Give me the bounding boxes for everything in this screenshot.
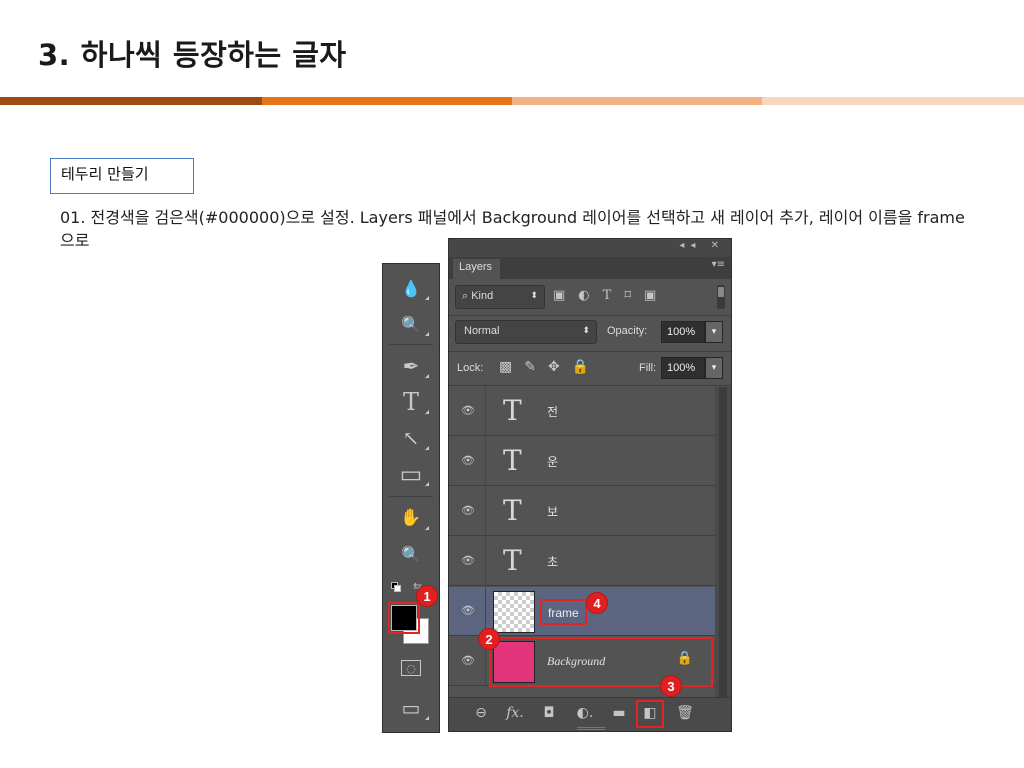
layer-name[interactable]: 보: [547, 503, 558, 520]
tool-separator: [389, 496, 433, 497]
layers-scrollbar[interactable]: [715, 387, 731, 697]
text-layer-icon: T: [503, 544, 522, 577]
tab-layers[interactable]: Layers: [453, 259, 501, 279]
panel-collapse-controls[interactable]: ◂◂ ✕: [679, 240, 725, 251]
link-layers-icon[interactable]: ⊖: [471, 704, 491, 722]
foreground-highlight: [388, 602, 420, 634]
filter-toggle[interactable]: [717, 285, 725, 309]
shape-filter-icon[interactable]: ⌑: [624, 288, 631, 303]
layer-row[interactable]: 👁 T 전: [449, 387, 715, 436]
pixel-filter-icon[interactable]: ▣: [553, 288, 565, 303]
path-selection-icon[interactable]: ↖: [383, 422, 439, 454]
layer-name[interactable]: 운: [547, 453, 558, 470]
blur-drop-icon[interactable]: 💧: [383, 272, 439, 304]
adjustment-layer-icon[interactable]: ◐.: [575, 704, 595, 722]
text-layer-icon: T: [503, 494, 522, 527]
panel-divider: [449, 315, 731, 316]
annotation-badge-4: 4: [586, 592, 608, 614]
title-stripe-light: [512, 97, 762, 105]
layers-panel: ◂◂ ✕ Layers ▾≡ ⌕ Kind ⬍ ▣ ◐ T ⌑ ▣ Normal…: [448, 238, 732, 732]
hand-tool-icon[interactable]: ✋: [383, 502, 439, 534]
annotation-badge-1: 1: [416, 585, 438, 607]
blend-mode-value: Normal: [464, 325, 500, 337]
resize-grip[interactable]: [577, 727, 605, 730]
screen-mode-icon[interactable]: ▭: [383, 692, 439, 724]
rectangle-tool-icon[interactable]: ▭: [383, 458, 439, 490]
layer-name[interactable]: 초: [547, 553, 558, 570]
lock-label: Lock:: [457, 362, 484, 374]
annotation-badge-2: 2: [478, 628, 500, 650]
visibility-separator: [485, 437, 486, 486]
lock-transparent-icon[interactable]: ▩: [499, 359, 512, 375]
title-stripe-dark: [0, 97, 262, 105]
lock-image-icon[interactable]: ✎: [524, 359, 536, 375]
panel-divider: [449, 351, 731, 352]
layer-row[interactable]: 👁 T 운: [449, 437, 715, 486]
section-label-box: 테두리 만들기: [50, 158, 194, 194]
fx-icon[interactable]: fx.: [505, 704, 525, 722]
search-icon: ⌕: [462, 290, 472, 302]
panel-divider: [449, 385, 731, 386]
visibility-separator: [485, 487, 486, 536]
default-colors-icon[interactable]: [391, 582, 401, 592]
visibility-separator: [485, 537, 486, 586]
layer-row[interactable]: 👁 T 보: [449, 487, 715, 536]
fill-dropdown-icon[interactable]: ▾: [705, 357, 723, 379]
layer-thumbnail-transparent: [493, 591, 535, 633]
eye-icon[interactable]: 👁: [461, 605, 475, 617]
dodge-icon[interactable]: 🔍: [383, 308, 439, 340]
slide: 3. 하나씩 등장하는 글자 테두리 만들기 01. 전경색을 검은색(#000…: [0, 0, 1024, 768]
smart-object-filter-icon[interactable]: ▣: [644, 288, 656, 303]
filter-kind-select[interactable]: ⌕ Kind ⬍: [455, 285, 545, 309]
pen-tool-icon[interactable]: ✒: [383, 350, 439, 382]
layer-row[interactable]: 👁 T 초: [449, 537, 715, 586]
panel-titlebar: ◂◂ ✕: [449, 239, 731, 257]
filter-kind-label: Kind: [471, 290, 494, 302]
text-layer-icon: T: [503, 444, 522, 477]
fill-input[interactable]: 100%: [661, 357, 705, 379]
lock-position-icon[interactable]: ✥: [548, 359, 560, 375]
blend-mode-select[interactable]: Normal ⬍: [455, 320, 597, 344]
text-layer-icon: T: [503, 394, 522, 427]
eye-icon[interactable]: 👁: [461, 655, 475, 667]
filter-icons: ▣ ◐ T ⌑ ▣: [553, 288, 656, 303]
panel-tabbar: Layers ▾≡: [449, 257, 731, 279]
opacity-input[interactable]: 100%: [661, 321, 705, 343]
type-tool-icon[interactable]: T: [383, 386, 439, 418]
new-group-icon[interactable]: ▬: [609, 704, 629, 722]
chevron-updown-icon: ⬍: [582, 325, 590, 335]
annotation-badge-3: 3: [660, 675, 682, 697]
tool-separator: [389, 344, 433, 345]
trash-icon[interactable]: 🗑: [675, 704, 695, 722]
chevron-updown-icon: ⬍: [530, 290, 538, 300]
add-mask-icon[interactable]: ◘: [539, 704, 559, 722]
adjustment-filter-icon[interactable]: ◐: [578, 288, 589, 303]
eye-icon[interactable]: 👁: [461, 505, 475, 517]
title-stripe-orange: [262, 97, 512, 105]
eye-icon[interactable]: 👁: [461, 555, 475, 567]
new-layer-highlight: [636, 700, 664, 728]
opacity-label: Opacity:: [607, 325, 648, 337]
eye-icon[interactable]: 👁: [461, 455, 475, 467]
layers-footer: ⊖ fx. ◘ ◐. ▬ ◧ 🗑: [449, 697, 731, 731]
lock-icons: ▩ ✎ ✥ 🔒: [499, 359, 589, 375]
layer-name[interactable]: 전: [547, 403, 558, 420]
layer-name-frame[interactable]: frame: [540, 599, 587, 625]
eye-icon[interactable]: 👁: [461, 405, 475, 417]
zoom-tool-icon[interactable]: 🔍: [383, 538, 439, 570]
slide-title: 3. 하나씩 등장하는 글자: [38, 38, 347, 72]
quick-mask-icon[interactable]: ◌: [383, 652, 439, 684]
type-filter-icon[interactable]: T: [603, 288, 612, 303]
fill-label: Fill:: [639, 362, 657, 374]
opacity-dropdown-icon[interactable]: ▾: [705, 321, 723, 343]
title-stripe-pale: [762, 97, 1024, 105]
visibility-separator: [485, 387, 486, 436]
panel-menu-icon[interactable]: ▾≡: [712, 259, 725, 270]
lock-all-icon[interactable]: 🔒: [572, 359, 589, 375]
tools-panel: 💧 🔍 ✒ T ↖ ▭ ✋ 🔍 ⇆ ◌ ▭: [382, 263, 440, 733]
